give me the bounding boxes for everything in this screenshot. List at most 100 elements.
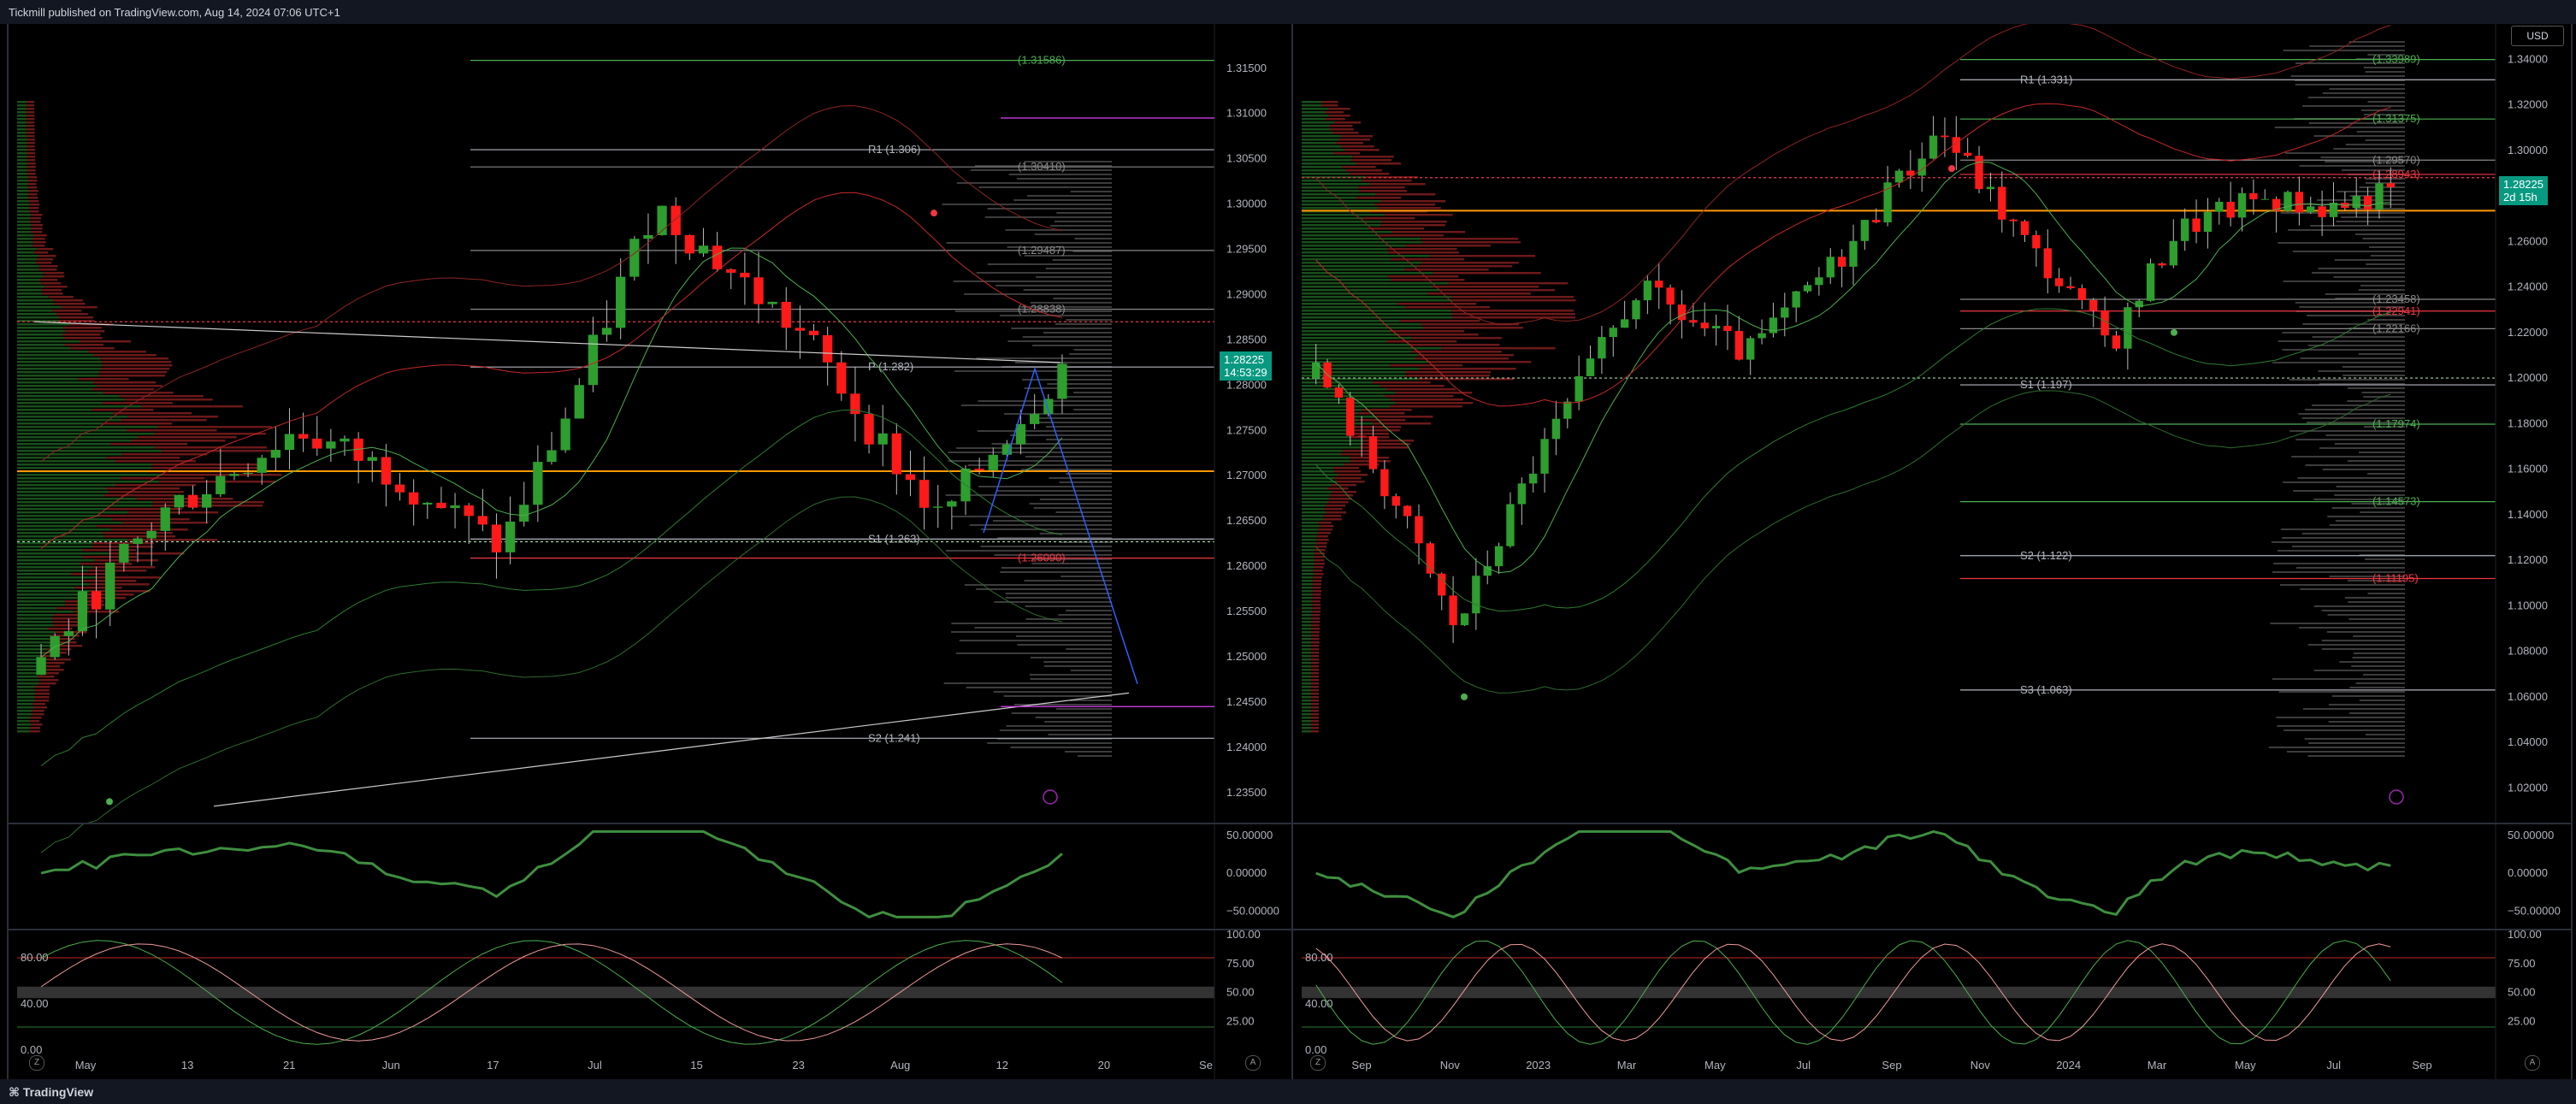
volume-profile-bar (1302, 313, 1452, 316)
auto-scale-button[interactable]: A (1245, 1055, 1261, 1071)
candle-body (1964, 152, 1972, 156)
volume-profile-bar (1302, 498, 1330, 500)
volume-profile-bar (1311, 693, 1320, 695)
volume-profile-bar (1311, 730, 1320, 733)
volume-profile-bar (35, 686, 50, 688)
volume-profile-bar (46, 658, 71, 661)
volume-profile-bar (1302, 580, 1313, 582)
session-volume-bar (1045, 268, 1112, 269)
volume-profile-bar (1302, 217, 1364, 220)
volume-profile-bar (1385, 214, 1453, 216)
zoom-button[interactable]: Z (1310, 1055, 1326, 1071)
volume-profile-bar (1345, 169, 1382, 172)
zoom-button[interactable]: Z (29, 1055, 44, 1071)
session-volume-bar (2361, 392, 2405, 393)
volume-profile-bar (1302, 135, 1341, 138)
volume-profile-bar (17, 419, 121, 422)
volume-profile-bar (39, 679, 59, 682)
volume-profile-bar (17, 156, 27, 158)
session-volume-bar (1005, 593, 1112, 594)
session-volume-bar (1074, 238, 1112, 239)
session-volume-bar (2268, 747, 2405, 748)
volume-profile-bar (17, 193, 28, 196)
volume-profile-bar (17, 720, 30, 723)
auto-scale-button[interactable]: A (2525, 1055, 2540, 1071)
session-volume-bar (2298, 627, 2405, 629)
volume-profile-bar (1374, 204, 1436, 206)
pane-divider[interactable] (9, 929, 1291, 930)
pivot-level-label: (1.31375) (2372, 112, 2420, 125)
candle-body (326, 441, 336, 449)
volume-profile-bar (1302, 611, 1313, 613)
volume-profile-bar (17, 388, 93, 391)
pane-divider[interactable] (1293, 929, 2571, 930)
volume-profile-bar (151, 463, 263, 466)
right-chart-canvas[interactable]: 1.340001.320001.300001.280001.260001.240… (1293, 24, 2571, 1079)
session-volume-bar (1026, 195, 1112, 197)
session-volume-bar (1006, 725, 1112, 727)
candle-body (1643, 280, 1652, 301)
session-volume-bar (1049, 225, 1112, 227)
volume-profile-bar (61, 306, 97, 309)
volume-profile-bar (1302, 234, 1380, 237)
volume-profile-bar (1362, 443, 1411, 446)
volume-profile-bar (1396, 402, 1474, 404)
volume-profile-bar (1387, 275, 1459, 278)
volume-profile-bar (17, 549, 83, 552)
volume-profile-bar (1302, 665, 1312, 668)
volume-profile-bar (17, 723, 32, 726)
volume-profile-bar (17, 152, 27, 155)
session-volume-bar (2280, 528, 2405, 530)
chart-pane-left[interactable]: 1.31500 1.31000 1.30500 1.30000 1.29500 1.290… (7, 24, 1293, 1079)
volume-profile-bar (97, 525, 162, 528)
chart-pane-right[interactable]: 1.340001.320001.300001.280001.260001.240… (1291, 24, 2573, 1079)
session-volume-bar (984, 216, 1112, 218)
candle-body (753, 277, 764, 304)
session-volume-bar (2365, 558, 2405, 560)
volume-profile-bar (17, 190, 29, 192)
volume-profile-bar (1302, 576, 1314, 579)
volume-profile-bar (1311, 635, 1320, 637)
candle-body (629, 239, 640, 277)
session-volume-bar (1070, 191, 1112, 192)
volume-profile-bar (41, 289, 62, 292)
volume-profile-bar (1386, 340, 1457, 343)
time-axis-tick: Sep (1351, 1059, 1371, 1072)
volume-profile-bar (17, 272, 44, 275)
session-volume-bar (980, 528, 1112, 530)
session-volume-bar (1055, 221, 1112, 222)
session-volume-bar (1007, 340, 1112, 342)
volume-profile-bar (1451, 313, 1575, 316)
session-volume-bar (1022, 336, 1112, 338)
volume-profile-bar (1302, 655, 1312, 658)
pane-divider[interactable] (9, 823, 1291, 824)
signal-dot (106, 798, 113, 806)
candle-body (1826, 257, 1835, 278)
session-volume-bar (1015, 362, 1112, 363)
volume-profile-bar (1325, 111, 1344, 114)
session-volume-bar (1029, 674, 1112, 676)
volume-profile-bar (1313, 570, 1323, 572)
volume-profile-bar (1302, 320, 1400, 322)
volume-profile-bar (1302, 494, 1330, 497)
candle-body (2226, 201, 2235, 218)
price-axis-tick: 1.08000 (2508, 645, 2548, 658)
volume-profile-bar (28, 190, 38, 192)
outer-lower-band-line (1315, 390, 2391, 694)
volume-profile-bar (1302, 101, 1322, 103)
stoch-axis-tick-right: 25.00 (2508, 1014, 2536, 1027)
session-volume-bar (1070, 670, 1112, 671)
currency-selector[interactable]: USD (2511, 26, 2564, 46)
left-chart-canvas[interactable]: 1.31500 1.31000 1.30500 1.30000 1.29500 1.290… (9, 24, 1291, 1079)
volume-profile-bar (1302, 162, 1356, 165)
pane-divider[interactable] (1293, 823, 2571, 824)
candle-body (1506, 504, 1515, 546)
volume-profile-bar (1302, 604, 1313, 606)
volume-profile-bar (1312, 580, 1322, 582)
candle-body (643, 234, 653, 239)
session-volume-bar (2278, 691, 2405, 693)
session-volume-bar (2358, 353, 2405, 355)
volume-profile-bar (1302, 470, 1334, 473)
volume-profile-bar (56, 313, 88, 316)
volume-profile-bar (1321, 101, 1338, 103)
